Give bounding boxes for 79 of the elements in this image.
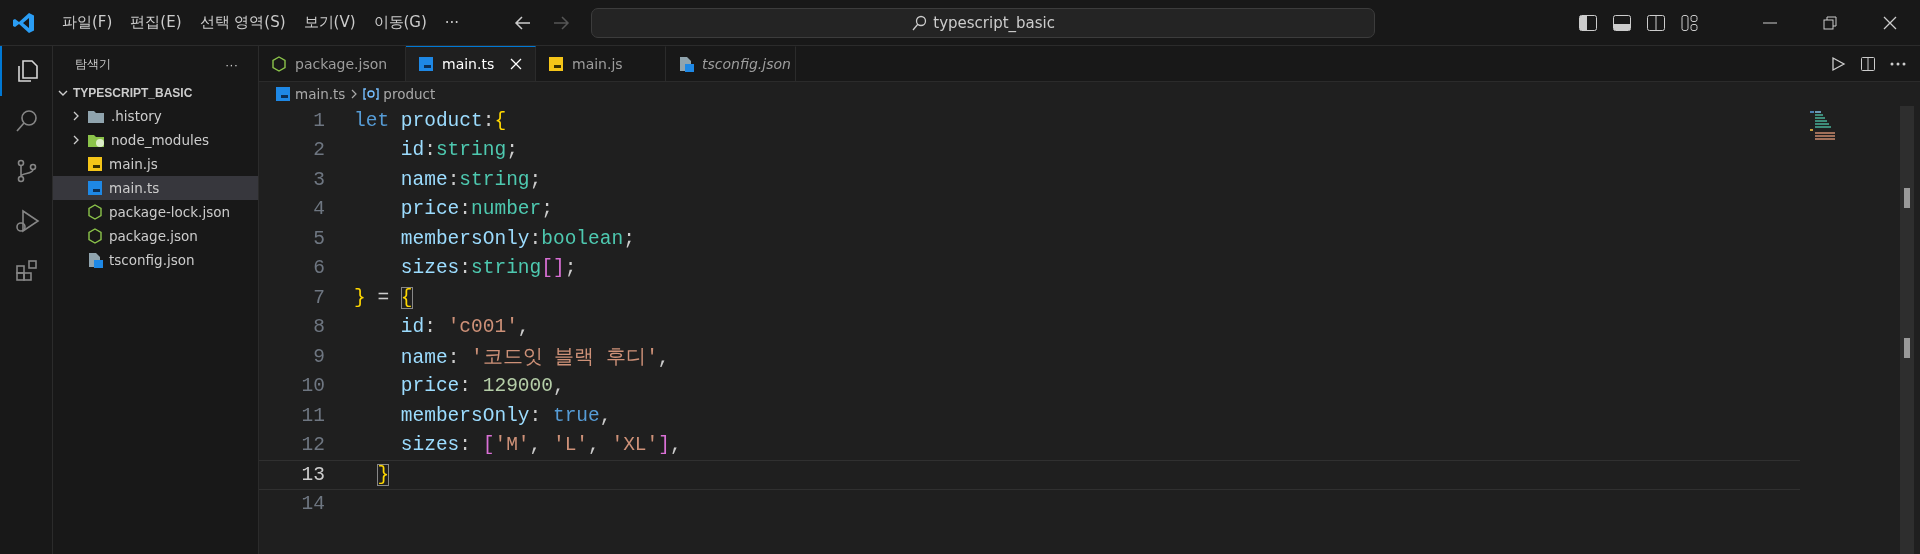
extensions-icon xyxy=(14,258,40,284)
line-number: 11 xyxy=(300,404,325,427)
chevron-right-icon xyxy=(71,110,81,122)
code-line: membersOnly: true, xyxy=(399,404,612,427)
explorer-item[interactable]: package-lock.json xyxy=(53,200,258,224)
explorer-item[interactable]: main.ts xyxy=(53,176,258,200)
more-icon xyxy=(1890,61,1906,66)
line-number: 1 xyxy=(312,109,325,132)
line-number: 2 xyxy=(312,139,325,162)
line-number: 13 xyxy=(300,463,325,486)
panel-toggle-icon xyxy=(1612,12,1632,33)
code-line: price: 129000, xyxy=(399,375,565,398)
line-number: 5 xyxy=(312,227,325,250)
code-line: price:number; xyxy=(399,198,553,221)
menu-item[interactable]: ··· xyxy=(436,9,468,36)
line-number: 7 xyxy=(312,286,325,309)
js-file-icon xyxy=(548,56,564,72)
ts-file-icon xyxy=(418,56,434,72)
folder-icon xyxy=(87,132,105,148)
line-number: 8 xyxy=(312,316,325,339)
config-file-icon xyxy=(87,252,103,268)
line-number: 12 xyxy=(300,434,325,457)
line-number: 10 xyxy=(300,375,325,398)
line-number: 4 xyxy=(312,198,325,221)
line-number: 14 xyxy=(300,493,325,516)
command-search-field[interactable]: typescript_basic xyxy=(591,7,1376,38)
sidebar-toggle-icon xyxy=(1578,12,1598,33)
line-number: 3 xyxy=(312,168,325,191)
menu-item[interactable]: 파일(F) xyxy=(54,9,121,36)
chevron-right-icon xyxy=(71,134,81,146)
explorer-item[interactable]: .history xyxy=(53,104,258,128)
code-line: membersOnly:boolean; xyxy=(399,227,635,250)
run-debug-icon xyxy=(14,208,40,234)
line-number: 9 xyxy=(312,345,325,368)
breadcrumb-item[interactable]: product xyxy=(363,86,436,102)
run-icon xyxy=(1830,55,1846,72)
ts-file-icon xyxy=(275,86,291,102)
code-line: id:string; xyxy=(399,139,518,162)
minimize-icon xyxy=(1763,21,1777,24)
explorer-item[interactable]: main.js xyxy=(53,152,258,176)
code-line: } xyxy=(376,463,390,486)
menu-item[interactable]: 이동(G) xyxy=(365,9,435,36)
line-number: 6 xyxy=(312,257,325,280)
menu-item[interactable]: 편집(E) xyxy=(122,9,190,36)
split-editor-icon xyxy=(1860,55,1876,72)
code-line: name: '코드잇 블랙 후디', xyxy=(399,346,670,371)
code-line: } = { xyxy=(354,286,413,309)
explorer-item[interactable]: package.json xyxy=(53,224,258,248)
menu-item[interactable]: 선택 영역(S) xyxy=(191,9,294,36)
restore-icon xyxy=(1822,14,1838,31)
js-file-icon xyxy=(87,156,103,172)
workspace-folder[interactable]: TYPESCRIPT_BASIC xyxy=(53,82,258,104)
code-line: name:string; xyxy=(399,168,542,191)
hexagon-file-icon xyxy=(87,204,103,220)
close-icon xyxy=(1882,14,1898,31)
explorer-item[interactable]: tsconfig.json xyxy=(53,248,258,272)
code-line: sizes:string[]; xyxy=(399,257,577,280)
more-actions-button[interactable]: ··· xyxy=(219,55,244,73)
breadcrumb-item[interactable]: main.ts xyxy=(275,86,346,102)
search-icon xyxy=(911,14,928,31)
close-icon xyxy=(509,57,523,71)
code-line: id: 'c001', xyxy=(399,316,530,339)
app-logo-icon xyxy=(12,10,36,35)
menu-item[interactable]: 보기(V) xyxy=(295,9,364,36)
split-layout-icon xyxy=(1646,12,1666,33)
search-icon xyxy=(14,108,40,134)
sidebar-title: 탐색기 xyxy=(75,55,111,73)
editor-tab[interactable]: main.ts xyxy=(406,46,536,81)
folder-icon xyxy=(87,108,105,124)
code-line: let product:{ xyxy=(354,109,507,132)
explorer-item[interactable]: node_modules xyxy=(53,128,258,152)
ts-file-icon xyxy=(87,180,103,196)
config-file-icon xyxy=(678,56,694,72)
variable-icon xyxy=(363,87,380,101)
hexagon-file-icon xyxy=(271,56,287,72)
scrollbar[interactable] xyxy=(1900,106,1914,554)
layout-grid-icon xyxy=(1680,12,1700,33)
hexagon-file-icon xyxy=(87,228,103,244)
code-line: sizes: ['M', 'L', 'XL'], xyxy=(399,434,682,457)
